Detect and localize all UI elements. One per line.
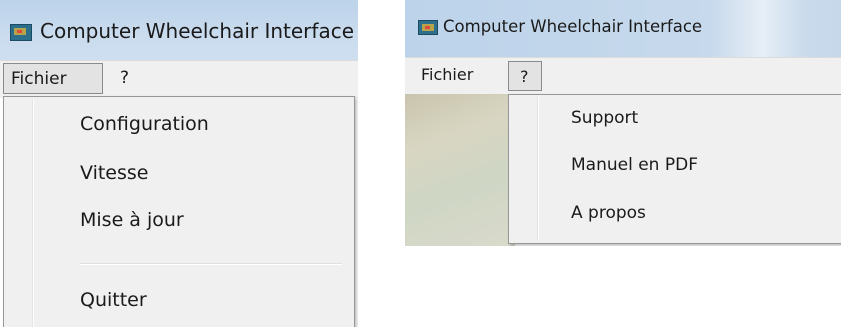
- menu-bar: Fichier ?: [0, 60, 358, 98]
- window-title: Computer Wheelchair Interface: [443, 17, 703, 36]
- menu-fichier[interactable]: Fichier: [3, 63, 103, 94]
- menu-item-vitesse[interactable]: Vitesse: [80, 162, 149, 184]
- menu-item-configuration[interactable]: Configuration: [80, 113, 209, 135]
- menu-bar: Fichier ?: [405, 57, 841, 95]
- window-fichier-menu-open: Computer Wheelchair Interface Fichier ? …: [0, 0, 358, 327]
- menu-gutter-divider: [32, 99, 34, 327]
- computer-monitor-icon: [418, 20, 438, 35]
- menu-help[interactable]: ?: [120, 68, 129, 88]
- menu-help[interactable]: ?: [508, 61, 542, 91]
- menu-separator: [80, 263, 342, 265]
- help-dropdown: Support Manuel en PDF A propos: [508, 94, 841, 244]
- menu-item-mise-a-jour[interactable]: Mise à jour: [80, 209, 184, 231]
- title-bar[interactable]: Computer Wheelchair Interface: [405, 0, 841, 60]
- menu-item-manuel-pdf[interactable]: Manuel en PDF: [571, 155, 698, 175]
- window-help-menu-open: Computer Wheelchair Interface Fichier ? …: [405, 0, 841, 246]
- menu-item-a-propos[interactable]: A propos: [571, 203, 646, 223]
- fichier-dropdown: Configuration Vitesse Mise à jour Quitte…: [3, 96, 355, 327]
- menu-fichier[interactable]: Fichier: [421, 65, 473, 84]
- window-content-background: [405, 94, 515, 246]
- computer-monitor-icon: [10, 24, 32, 41]
- menu-gutter-divider: [537, 97, 539, 241]
- menu-item-quitter[interactable]: Quitter: [80, 289, 147, 311]
- menu-item-support[interactable]: Support: [571, 108, 638, 128]
- window-title: Computer Wheelchair Interface: [40, 19, 355, 43]
- title-bar[interactable]: Computer Wheelchair Interface: [0, 0, 358, 60]
